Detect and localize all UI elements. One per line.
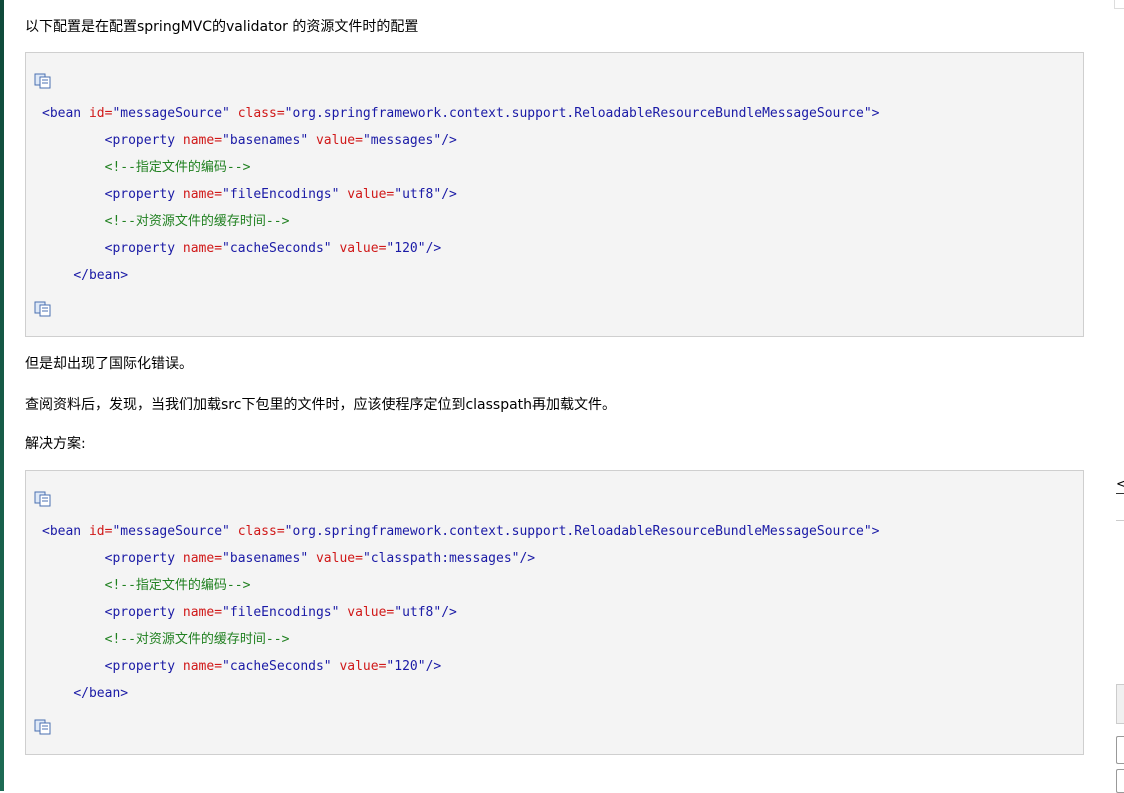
attr-value: "utf8" [394,187,442,202]
attr-value: "cacheSeconds" [222,659,332,674]
code-line-comment-encoding: <!--指定文件的编码--> [42,159,251,177]
comment: <!--对资源文件的缓存时间--> [104,214,290,229]
tag: /> [441,187,457,202]
attr: name= [182,605,223,620]
code-line-bean-open: <bean id="messageSource" class="org.spri… [42,105,879,123]
copy-code-icon[interactable] [34,73,52,89]
tag: <property [104,133,176,148]
attr: value= [347,605,395,620]
attr-value: "utf8" [394,605,442,620]
tag: <bean [42,106,82,121]
left-edge-stripe [0,0,4,791]
attr-value: "fileEncodings" [222,187,340,202]
right-edge-input[interactable] [1116,736,1124,764]
attr: name= [182,551,223,566]
tag: </bean> [73,686,129,701]
right-edge-arrow-icon: < [1116,476,1124,494]
attr: value= [347,187,395,202]
attr-value: "fileEncodings" [222,605,340,620]
attr: id= [88,524,113,539]
copy-code-icon[interactable] [34,301,52,317]
tag: <property [104,241,176,256]
tag: /> [425,659,442,674]
right-edge-input[interactable] [1116,769,1124,793]
code-line-property-fileencodings: <property name="fileEncodings" value="ut… [42,186,457,204]
attr-value: "messages" [362,133,442,148]
comment: <!--指定文件的编码--> [104,578,251,593]
tag: /> [441,133,457,148]
attr-value: "org.springframework.context.support.Rel… [284,106,872,121]
tag: <bean [42,524,82,539]
code-line-property-cacheseconds: <property name="cacheSeconds" value="120… [42,658,442,676]
finding-text: 查阅资料后，发现，当我们加载src下包里的文件时，应该使程序定位到classpa… [25,397,617,413]
code-block-1: <bean id="messageSource" class="org.spri… [25,52,1084,337]
code-line-bean-open: <bean id="messageSource" class="org.spri… [42,523,879,541]
tag: > [871,524,880,539]
code-line-bean-close: </bean> [42,685,128,703]
copy-code-icon[interactable] [34,719,52,735]
code-line-property-fileencodings: <property name="fileEncodings" value="ut… [42,604,457,622]
attr-value: "org.springframework.context.support.Rel… [284,524,872,539]
right-edge-divider [1116,520,1124,521]
attr: class= [237,524,285,539]
copy-code-icon[interactable] [34,491,52,507]
tag: <property [104,551,176,566]
attr-value: "classpath:messages" [362,551,520,566]
attr: value= [315,133,363,148]
right-edge-panel [1116,684,1124,724]
code-line-bean-close: </bean> [42,267,128,285]
tag: </bean> [73,268,129,283]
attr-value: "cacheSeconds" [222,241,332,256]
code-line-property-basenames: <property name="basenames" value="classp… [42,550,536,568]
attr-value: "messageSource" [112,106,230,121]
comment: <!--指定文件的编码--> [104,160,251,175]
code-line-comment-encoding: <!--指定文件的编码--> [42,577,251,595]
code-line-property-cacheseconds: <property name="cacheSeconds" value="120… [42,240,442,258]
attr-value: "basenames" [222,551,309,566]
tag: /> [519,551,536,566]
tag: /> [441,605,457,620]
tag: <property [104,659,176,674]
attr: class= [237,106,285,121]
attr: value= [339,659,387,674]
code-line-property-basenames: <property name="basenames" value="messag… [42,132,457,150]
solution-label: 解决方案: [25,436,86,452]
attr: value= [315,551,363,566]
intro-text: 以下配置是在配置springMVC的validator 的资源文件时的配置 [25,19,419,35]
attr: value= [339,241,387,256]
code-block-2: <bean id="messageSource" class="org.spri… [25,470,1084,755]
comment: <!--对资源文件的缓存时间--> [104,632,290,647]
tag: /> [425,241,442,256]
attr: name= [182,187,223,202]
attr: id= [88,106,113,121]
tag: <property [104,605,176,620]
tag: > [871,106,880,121]
code-line-comment-cache: <!--对资源文件的缓存时间--> [42,631,290,649]
tag: <property [104,187,176,202]
attr-value: "120" [386,241,426,256]
attr-value: "basenames" [222,133,309,148]
attr: name= [182,659,223,674]
code-line-comment-cache: <!--对资源文件的缓存时间--> [42,213,290,231]
attr-value: "messageSource" [112,524,230,539]
right-edge-box [1114,0,1124,9]
attr-value: "120" [386,659,426,674]
right-edge-divider [1116,493,1124,494]
error-text: 但是却出现了国际化错误。 [25,356,193,372]
attr: name= [182,241,223,256]
attr: name= [182,133,223,148]
